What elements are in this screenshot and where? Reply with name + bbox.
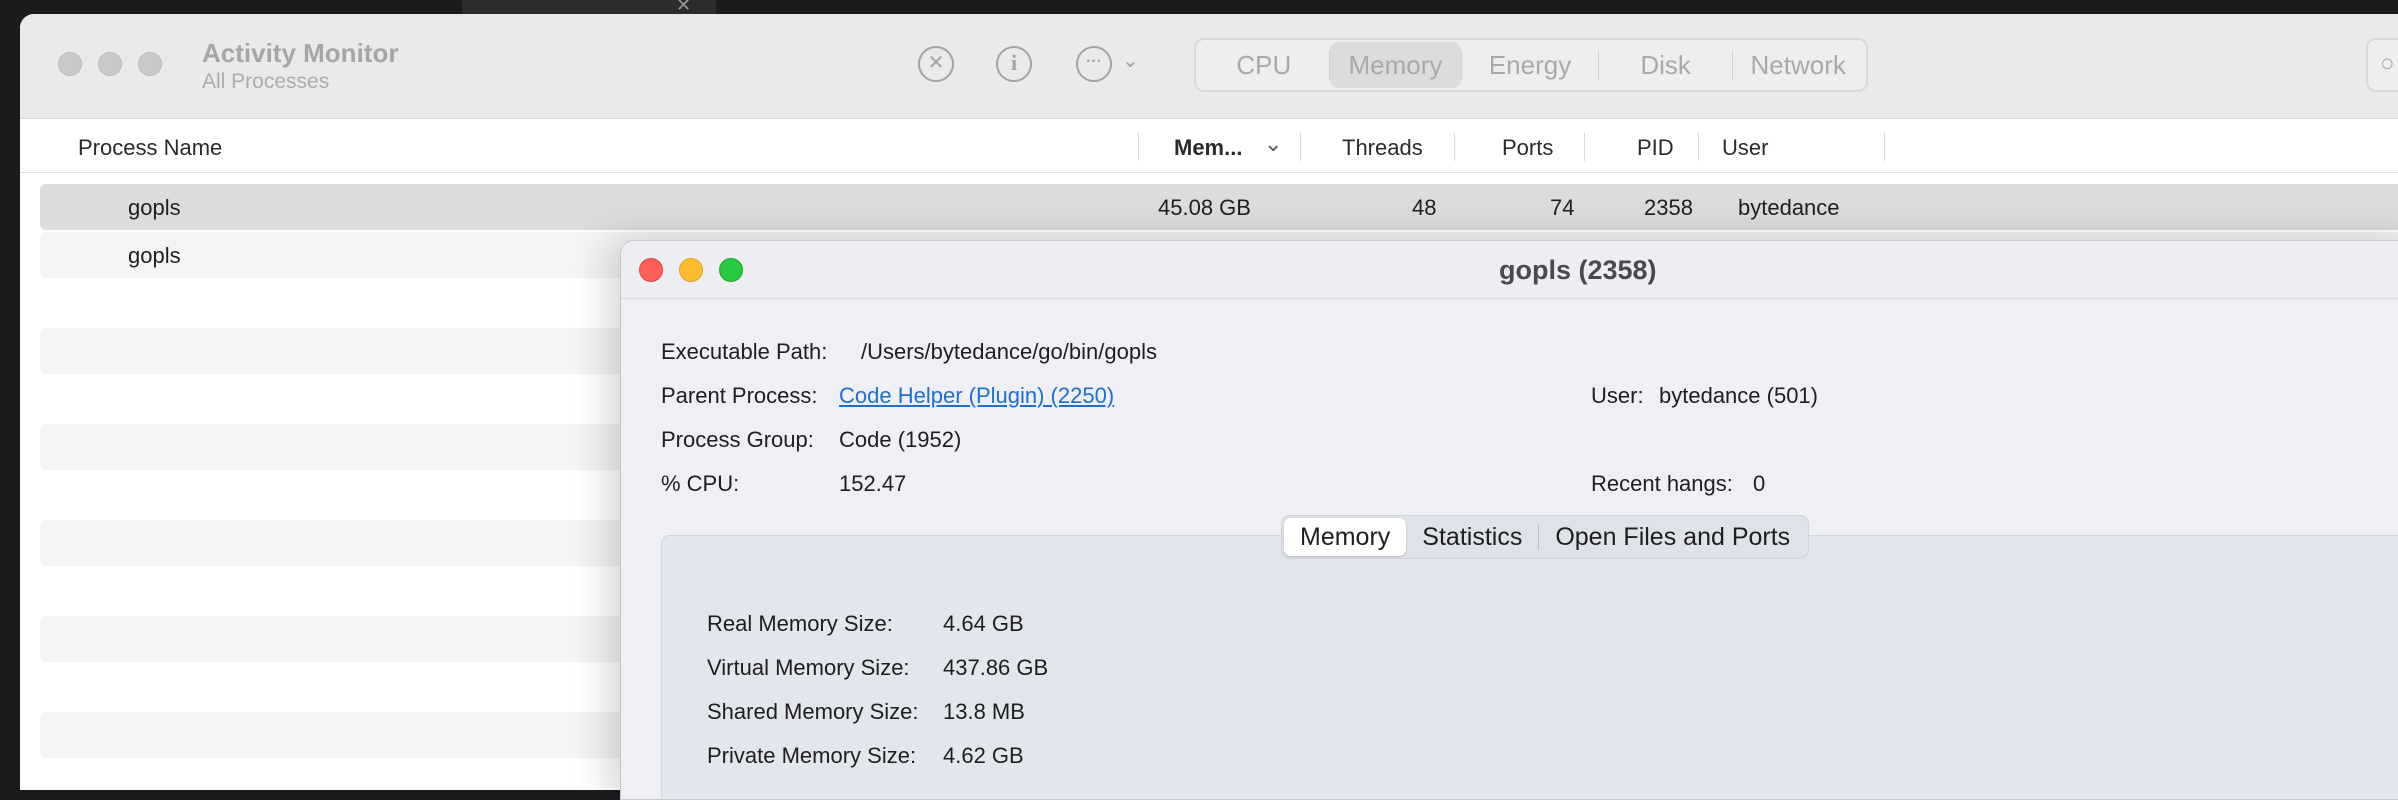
stop-process-icon[interactable]: ✕ (918, 46, 954, 82)
virtual-memory-label: Virtual Memory Size: (707, 655, 910, 680)
background-tab-close-icon[interactable]: ✕ (676, 0, 691, 14)
executable-path-value: /Users/bytedance/go/bin/gopls (861, 339, 1157, 364)
parent-process-label: Parent Process: (661, 383, 818, 408)
cpu-label: % CPU: (661, 471, 740, 496)
desktop-background (0, 0, 2398, 14)
zoom-button[interactable] (719, 258, 743, 282)
inspect-info-icon[interactable]: i (996, 46, 1032, 82)
private-memory-value: 4.62 GB (943, 743, 1024, 768)
memory-cell: 45.08 GB (1158, 195, 1251, 220)
real-memory-value: 4.64 GB (943, 611, 1024, 636)
inspector-title: gopls (2358) (1499, 255, 1657, 285)
app-title: Activity Monitor (202, 38, 399, 68)
zoom-button-inactive[interactable] (138, 52, 162, 76)
chevron-down-icon[interactable]: ⌄ (1122, 48, 1139, 73)
tab-memory-details[interactable]: Memory (1284, 518, 1407, 556)
real-memory-label: Real Memory Size: (707, 611, 893, 636)
shared-memory-label: Shared Memory Size: (707, 699, 919, 724)
sort-chevron-icon[interactable]: ⌄ (1264, 131, 1282, 157)
virtual-memory-value: 437.86 GB (943, 655, 1049, 680)
threads-cell: 48 (1412, 195, 1437, 220)
tab-energy[interactable]: Energy (1462, 42, 1598, 88)
more-actions-icon[interactable]: ··· (1076, 46, 1112, 82)
table-header: Process Name Mem... ⌄ Threads Ports PID … (20, 119, 2398, 173)
close-button-inactive[interactable] (58, 52, 82, 76)
tab-open-files-and-ports[interactable]: Open Files and Ports (1539, 518, 1806, 556)
recent-hangs-label: Recent hangs: (1591, 471, 1733, 496)
process-group-label: Process Group: (661, 427, 814, 452)
process-name-cell: gopls (128, 195, 181, 220)
tab-statistics[interactable]: Statistics (1406, 518, 1538, 556)
ports-cell: 74 (1550, 195, 1575, 220)
parent-process-link[interactable]: Code Helper (Plugin) (2250) (839, 383, 1114, 409)
tab-disk[interactable]: Disk (1599, 42, 1733, 88)
column-threads[interactable]: Threads (1342, 135, 1423, 161)
process-group-value: Code (1952) (839, 427, 962, 452)
user-cell: bytedance (1738, 195, 1840, 220)
executable-path-label: Executable Path: (661, 339, 828, 364)
tab-network[interactable]: Network (1733, 42, 1863, 88)
tab-memory[interactable]: Memory (1329, 42, 1462, 88)
minimize-button-inactive[interactable] (98, 52, 122, 76)
column-user[interactable]: User (1722, 135, 1768, 161)
column-pid[interactable]: PID (1637, 135, 1674, 161)
column-process-name[interactable]: Process Name (78, 135, 222, 161)
search-icon: ○ (2380, 50, 2395, 77)
process-inspector-window: gopls (2358) Executable Path: /Users/byt… (620, 240, 2398, 800)
inspector-tab-panel (661, 535, 2398, 799)
recent-hangs-value: 0 (1753, 471, 1766, 496)
shared-memory-value: 13.8 MB (943, 699, 1025, 724)
search-field[interactable]: ○ (2366, 38, 2398, 92)
close-button[interactable] (639, 258, 663, 282)
process-name-cell: gopls (128, 243, 181, 268)
tab-cpu[interactable]: CPU (1199, 42, 1329, 88)
cpu-value: 152.47 (839, 471, 907, 496)
app-subtitle: All Processes (202, 70, 330, 93)
user-value: bytedance (501) (1659, 383, 1818, 408)
minimize-button[interactable] (679, 258, 703, 282)
column-ports[interactable]: Ports (1502, 135, 1553, 161)
pid-cell: 2358 (1644, 195, 1693, 220)
inspector-titlebar: gopls (2358) (621, 241, 2398, 299)
column-memory[interactable]: Mem... (1174, 135, 1242, 161)
user-label: User: (1591, 383, 1644, 408)
table-row[interactable]: gopls 45.08 GB 48 74 2358 bytedance (40, 184, 2398, 230)
private-memory-label: Private Memory Size: (707, 743, 917, 768)
view-tabs: CPU Memory Energy Disk Network (1194, 38, 1868, 92)
toolbar: Activity Monitor All Processes ✕ i ··· ⌄… (20, 14, 2398, 119)
inspector-tabs: Memory Statistics Open Files and Ports (1281, 515, 1810, 559)
